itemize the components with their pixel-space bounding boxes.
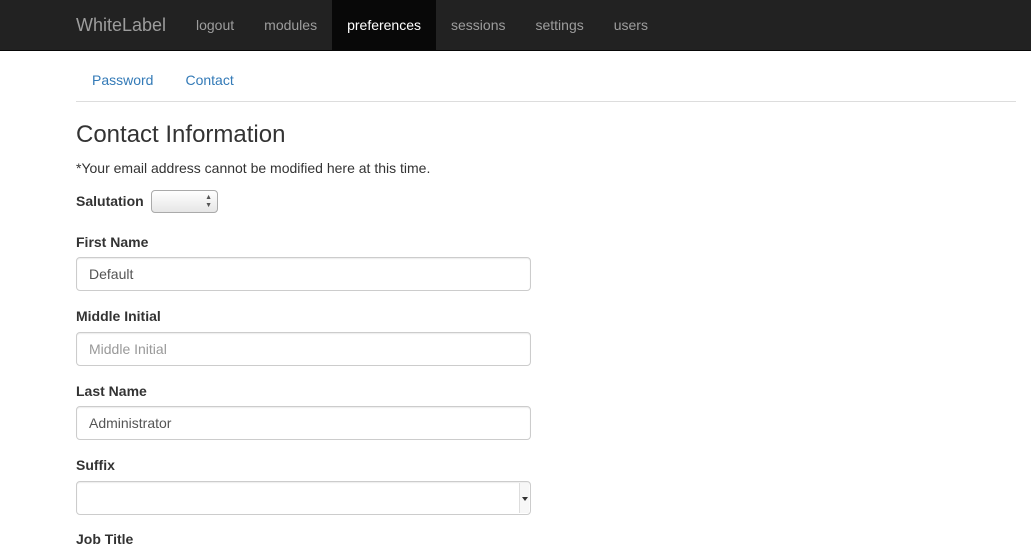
suffix-select[interactable]: [76, 481, 531, 515]
last-name-label: Last Name: [76, 383, 147, 399]
preferences-tabs: Password Contact: [76, 60, 1016, 102]
email-note: *Your email address cannot be modified h…: [76, 160, 431, 176]
salutation-label: Salutation: [76, 193, 144, 209]
middle-initial-field[interactable]: [76, 332, 531, 366]
tab-password[interactable]: Password: [76, 60, 169, 101]
page-title: Contact Information: [76, 121, 286, 148]
suffix-label: Suffix: [76, 457, 115, 473]
nav-item-preferences[interactable]: preferences: [332, 0, 437, 50]
first-name-label: First Name: [76, 234, 149, 250]
brand-link[interactable]: WhiteLabel: [76, 14, 166, 36]
nav-item-modules[interactable]: modules: [249, 0, 332, 50]
dropdown-arrow-icon: [519, 483, 529, 513]
nav-item-settings[interactable]: settings: [520, 0, 598, 50]
nav-item-users[interactable]: users: [599, 0, 663, 50]
first-name-field[interactable]: [76, 257, 531, 291]
spinner-arrows-icon: ▲ ▼: [205, 194, 212, 209]
nav-item-logout[interactable]: logout: [181, 0, 249, 50]
salutation-select[interactable]: ▲ ▼: [151, 190, 218, 213]
job-title-label: Job Title: [76, 531, 134, 547]
main-nav: logout modules preferences sessions sett…: [181, 0, 663, 50]
top-navbar: WhiteLabel logout modules preferences se…: [0, 0, 1031, 51]
last-name-field[interactable]: [76, 406, 531, 440]
nav-item-sessions[interactable]: sessions: [436, 0, 520, 50]
tab-contact[interactable]: Contact: [169, 60, 249, 101]
middle-initial-label: Middle Initial: [76, 308, 161, 324]
